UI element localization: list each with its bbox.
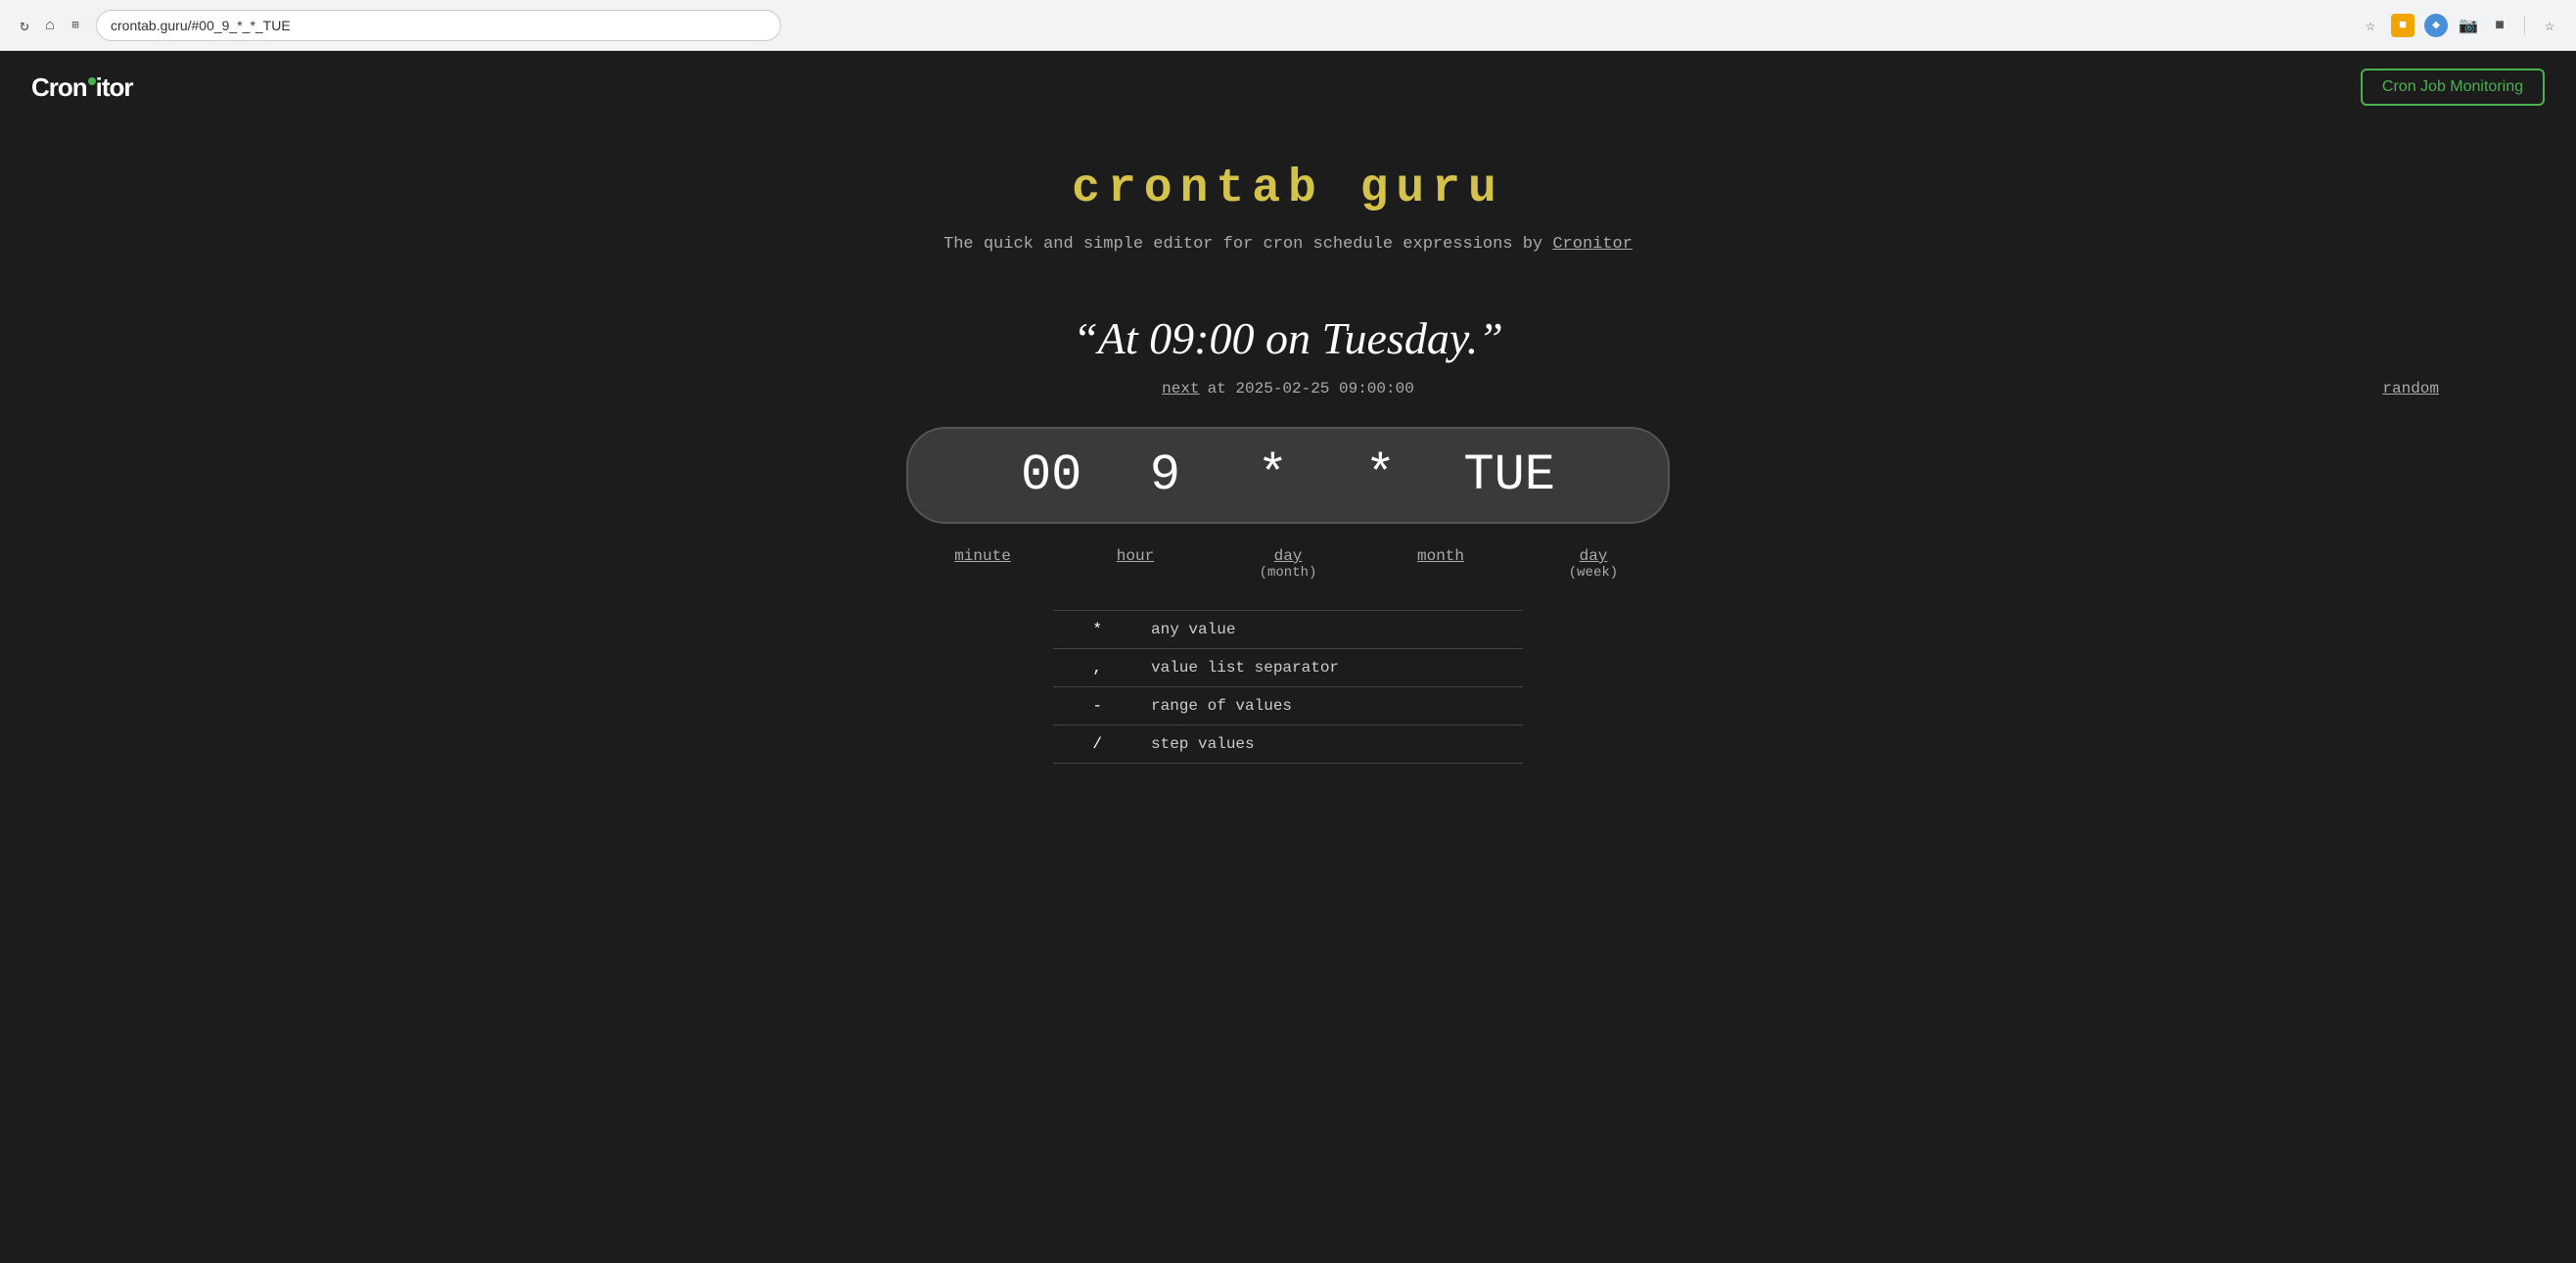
reference-row: / step values: [1053, 725, 1523, 764]
schedule-description: “At 09:00 on Tuesday.”: [1073, 312, 1503, 364]
cronitor-link[interactable]: Cronitor: [1552, 235, 1633, 254]
extension-icon-1[interactable]: ■: [2391, 14, 2415, 37]
bookmark-icon[interactable]: ☆: [2360, 15, 2381, 36]
subtitle: The quick and simple editor for cron sch…: [943, 235, 1633, 254]
reference-description: step values: [1131, 725, 1523, 764]
reference-symbol: *: [1053, 611, 1131, 649]
extension-icon-2[interactable]: ◆: [2424, 14, 2448, 37]
day-month-label[interactable]: day: [1274, 547, 1303, 565]
main-content: crontab guru The quick and simple editor…: [0, 123, 2576, 803]
random-link[interactable]: random: [2382, 380, 2439, 398]
home-icon[interactable]: ⌂: [41, 17, 59, 34]
tabs-icon[interactable]: ⊞: [67, 17, 84, 34]
reference-description: any value: [1131, 611, 1523, 649]
reference-row: * any value: [1053, 611, 1523, 649]
logo-dot: [88, 77, 96, 85]
next-datetime: at 2025-02-25 09:00:00: [1208, 380, 1414, 398]
reference-symbol: /: [1053, 725, 1131, 764]
browser-chrome: ↻ ⌂ ⊞ crontab.guru/#00_9_*_*_TUE ☆ ■ ◆ 📷…: [0, 0, 2576, 51]
navbar: Cronitor Cron Job Monitoring: [0, 51, 2576, 123]
day-week-label[interactable]: day: [1580, 547, 1608, 565]
browser-nav-icons: ↻ ⌂ ⊞: [16, 17, 84, 34]
app: Cronitor Cron Job Monitoring crontab gur…: [0, 51, 2576, 1263]
cron-hour-field[interactable]: 9: [1140, 446, 1189, 504]
reload-icon[interactable]: ↻: [16, 17, 33, 34]
field-label-month: month: [1364, 547, 1517, 581]
minute-label[interactable]: minute: [954, 547, 1011, 565]
browser-right-icons: ☆ ■ ◆ 📷 ■ ☆: [2360, 14, 2560, 37]
month-label[interactable]: month: [1417, 547, 1464, 565]
field-labels: minute hour day (month) month day (week): [906, 547, 1670, 581]
page-title: crontab guru: [1072, 163, 1504, 215]
next-link[interactable]: next: [1162, 380, 1199, 398]
next-run-line: next at 2025-02-25 09:00:00 random: [20, 380, 2556, 398]
extensions-icon[interactable]: ■: [2489, 15, 2510, 36]
address-bar[interactable]: crontab.guru/#00_9_*_*_TUE: [96, 10, 781, 41]
cron-day-month-field[interactable]: *: [1248, 446, 1297, 504]
day-month-sub: (month): [1260, 565, 1317, 581]
cron-day-week-field[interactable]: TUE: [1463, 446, 1555, 504]
field-label-day-week: day (week): [1517, 547, 1670, 581]
cron-month-field[interactable]: *: [1356, 446, 1404, 504]
hour-label[interactable]: hour: [1117, 547, 1154, 565]
subtitle-text: The quick and simple editor for cron sch…: [943, 235, 1542, 254]
reference-description: value list separator: [1131, 649, 1523, 687]
logo: Cronitor: [31, 72, 133, 103]
reference-description: range of values: [1131, 687, 1523, 725]
logo-text: Cronitor: [31, 72, 133, 103]
reference-row: , value list separator: [1053, 649, 1523, 687]
field-label-minute: minute: [906, 547, 1059, 581]
day-week-sub: (week): [1569, 565, 1618, 581]
url-text: crontab.guru/#00_9_*_*_TUE: [111, 18, 291, 33]
reference-table: * any value , value list separator - ran…: [1053, 610, 1523, 764]
reference-symbol: ,: [1053, 649, 1131, 687]
reference-row: - range of values: [1053, 687, 1523, 725]
field-label-day-month: day (month): [1212, 547, 1364, 581]
cron-job-monitoring-button[interactable]: Cron Job Monitoring: [2361, 69, 2545, 106]
cron-minute-field[interactable]: 00: [1021, 446, 1081, 504]
star-icon[interactable]: ☆: [2539, 15, 2560, 36]
cron-input-container[interactable]: 00 9 * * TUE: [906, 427, 1670, 524]
reference-symbol: -: [1053, 687, 1131, 725]
field-label-hour: hour: [1059, 547, 1212, 581]
divider: [2524, 16, 2525, 35]
camera-icon[interactable]: 📷: [2458, 15, 2479, 36]
